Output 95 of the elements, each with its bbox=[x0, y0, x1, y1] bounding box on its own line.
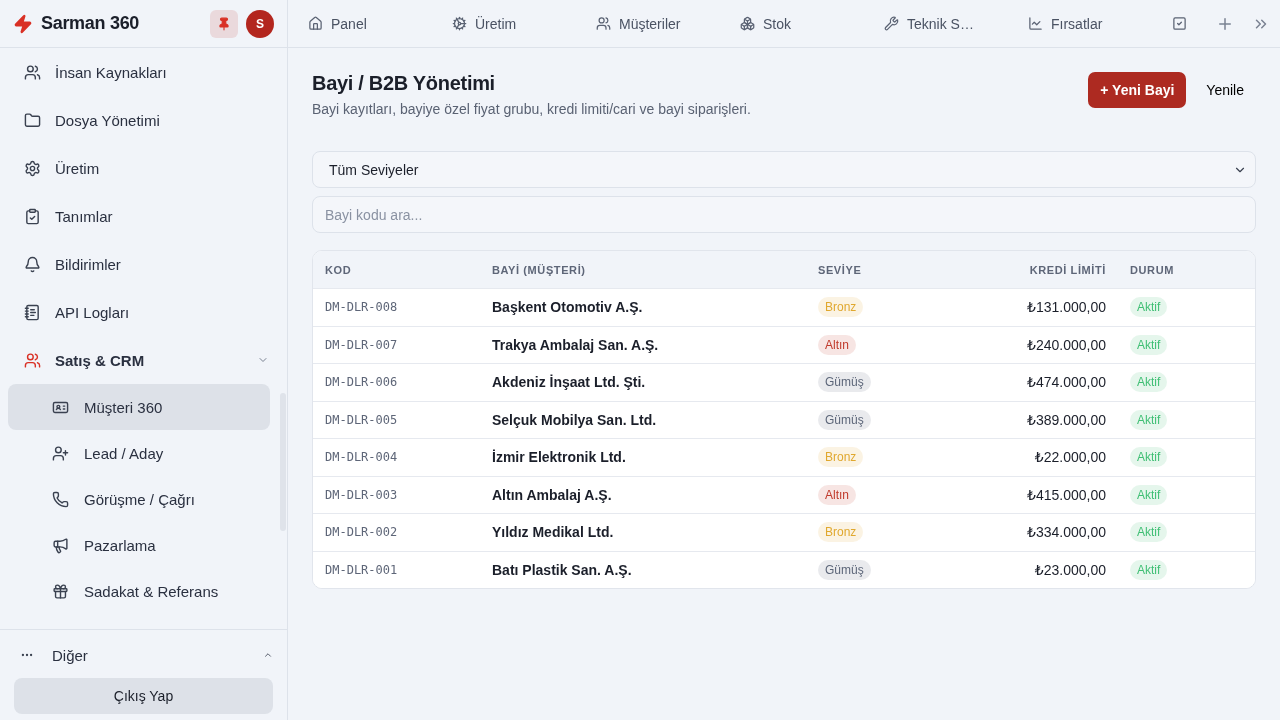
nav-tab[interactable]: Fırsatlar bbox=[1028, 15, 1172, 32]
level-tag: Bronz bbox=[818, 522, 864, 543]
column-header: SEVİYE bbox=[817, 263, 863, 276]
dealer-code: DM-DLR-005 bbox=[324, 412, 399, 427]
menu-icon bbox=[52, 490, 69, 508]
sidebar-subitem[interactable]: Pazarlama bbox=[8, 522, 270, 568]
credit-limit: ₺474.000,00 bbox=[1026, 374, 1107, 391]
dealer-code: DM-DLR-008 bbox=[324, 300, 399, 315]
dealer-name: Batı Plastik San. A.Ş. bbox=[491, 561, 633, 578]
dealer-name: Altın Ambalaj A.Ş. bbox=[491, 486, 613, 503]
column-header: BAYİ (MÜŞTERİ) bbox=[491, 263, 587, 276]
level-tag: Altın bbox=[818, 484, 856, 505]
dealer-name: Akdeniz İnşaat Ltd. Şti. bbox=[491, 374, 647, 391]
search-field[interactable]: Bayi kodu ara... bbox=[312, 196, 1256, 233]
menu-icon bbox=[24, 207, 41, 225]
credit-limit: ₺240.000,00 bbox=[1026, 336, 1107, 353]
credit-limit: ₺389.000,00 bbox=[1026, 411, 1107, 428]
column-header: KREDİ LİMİTİ bbox=[1028, 263, 1107, 276]
dealer-name: Yıldız Medikal Ltd. bbox=[491, 524, 615, 541]
menu-icon bbox=[24, 351, 41, 369]
level-select[interactable]: Tüm Seviyeler bbox=[312, 151, 1256, 188]
sidebar-subitem[interactable]: Görüşme / Çağrı bbox=[8, 476, 270, 522]
nav-tab[interactable]: Teknik S… bbox=[884, 15, 1028, 32]
dealer-code: DM-DLR-003 bbox=[324, 487, 399, 502]
dealer-name: Başkent Otomotiv A.Ş. bbox=[491, 299, 644, 316]
sidebar-item[interactable]: Satış & CRM bbox=[8, 336, 279, 384]
dealer-name: Trakya Ambalaj San. A.Ş. bbox=[491, 336, 660, 353]
page-subtitle: Bayi kayıtları, bayiye özel fiyat grubu, kredi limiti/cari ve bayi siparişleri. bbox=[312, 101, 752, 117]
tab-icon bbox=[884, 16, 899, 31]
user-avatar[interactable]: S bbox=[246, 9, 274, 38]
menu-icon bbox=[24, 255, 41, 273]
dealer-code: DM-DLR-004 bbox=[324, 450, 399, 465]
status-tag: Aktif bbox=[1130, 334, 1168, 355]
dealer-code: DM-DLR-006 bbox=[324, 375, 399, 390]
status-tag: Aktif bbox=[1130, 447, 1168, 468]
column-header: DURUM bbox=[1129, 263, 1175, 276]
status-tag: Aktif bbox=[1130, 484, 1168, 505]
menu-icon bbox=[52, 582, 69, 600]
dealer-name: İzmir Elektronik Ltd. bbox=[491, 449, 627, 466]
sidebar-subitem[interactable]: Müşteri 360 bbox=[8, 384, 270, 430]
dealer-code: DM-DLR-007 bbox=[324, 337, 399, 352]
column-header: KOD bbox=[324, 263, 353, 276]
tab-icon bbox=[452, 16, 467, 31]
menu-icon bbox=[52, 536, 69, 554]
app-name: Sarman 360 bbox=[41, 13, 141, 34]
sidebar-item[interactable]: API Logları bbox=[8, 288, 270, 336]
nav-tab[interactable]: Panel bbox=[308, 15, 452, 32]
tab-icon bbox=[740, 16, 755, 31]
credit-limit: ₺415.000,00 bbox=[1026, 486, 1107, 503]
dealer-name: Selçuk Mobilya San. Ltd. bbox=[491, 411, 658, 428]
level-tag: Bronz bbox=[818, 447, 864, 468]
checkbox-tab-icon[interactable] bbox=[1172, 16, 1187, 31]
logo-bolt-icon bbox=[13, 13, 33, 34]
dealer-code: DM-DLR-002 bbox=[324, 525, 399, 540]
new-dealer-button[interactable]: + Yeni Bayi bbox=[1088, 72, 1187, 108]
nav-tab[interactable]: Müşteriler bbox=[596, 15, 740, 32]
chevron-up-icon bbox=[263, 650, 273, 660]
pin-button[interactable] bbox=[210, 9, 238, 38]
nav-tab[interactable]: Üretim bbox=[452, 15, 596, 32]
credit-limit: ₺131.000,00 bbox=[1026, 299, 1107, 316]
nav-tab[interactable]: Stok bbox=[740, 15, 884, 32]
sidebar-item[interactable]: Dosya Yönetimi bbox=[8, 96, 270, 144]
status-tag: Aktif bbox=[1130, 372, 1168, 393]
sidebar-subitem[interactable]: Lead / Aday bbox=[8, 430, 270, 476]
dealer-code: DM-DLR-001 bbox=[324, 562, 399, 577]
sidebar-item[interactable]: Üretim bbox=[8, 144, 270, 192]
sidebar-subitem[interactable]: Sadakat & Referans bbox=[8, 568, 270, 614]
sidebar-item[interactable]: Bildirimler bbox=[8, 240, 270, 288]
credit-limit: ₺23.000,00 bbox=[1033, 561, 1107, 578]
level-tag: Altın bbox=[818, 334, 856, 355]
status-tag: Aktif bbox=[1130, 522, 1168, 543]
tab-icon bbox=[1028, 16, 1043, 31]
level-tag: Bronz bbox=[818, 297, 864, 318]
page-title: Bayi / B2B Yönetimi bbox=[312, 72, 496, 95]
menu-icon bbox=[24, 303, 41, 321]
pin-icon bbox=[217, 16, 231, 31]
tab-icon bbox=[308, 16, 323, 31]
credit-limit: ₺334.000,00 bbox=[1026, 524, 1107, 541]
tab-icon bbox=[596, 16, 611, 31]
menu-icon bbox=[24, 63, 41, 81]
level-tag: Gümüş bbox=[818, 559, 871, 580]
logout-button[interactable]: Çıkış Yap bbox=[14, 678, 273, 714]
sidebar-item[interactable]: Tanımlar bbox=[8, 192, 270, 240]
credit-limit: ₺22.000,00 bbox=[1033, 449, 1107, 466]
level-tag: Gümüş bbox=[818, 372, 871, 393]
menu-icon bbox=[24, 111, 41, 129]
menu-icon bbox=[24, 159, 41, 177]
other-menu-toggle[interactable]: Diğer bbox=[14, 638, 273, 672]
menu-icon bbox=[52, 444, 69, 462]
level-tag: Gümüş bbox=[818, 409, 871, 430]
status-tag: Aktif bbox=[1130, 297, 1168, 318]
refresh-button[interactable]: Yenile bbox=[1194, 72, 1256, 108]
status-tag: Aktif bbox=[1130, 559, 1168, 580]
sidebar-item[interactable]: İnsan Kaynakları bbox=[8, 48, 270, 96]
status-tag: Aktif bbox=[1130, 409, 1168, 430]
